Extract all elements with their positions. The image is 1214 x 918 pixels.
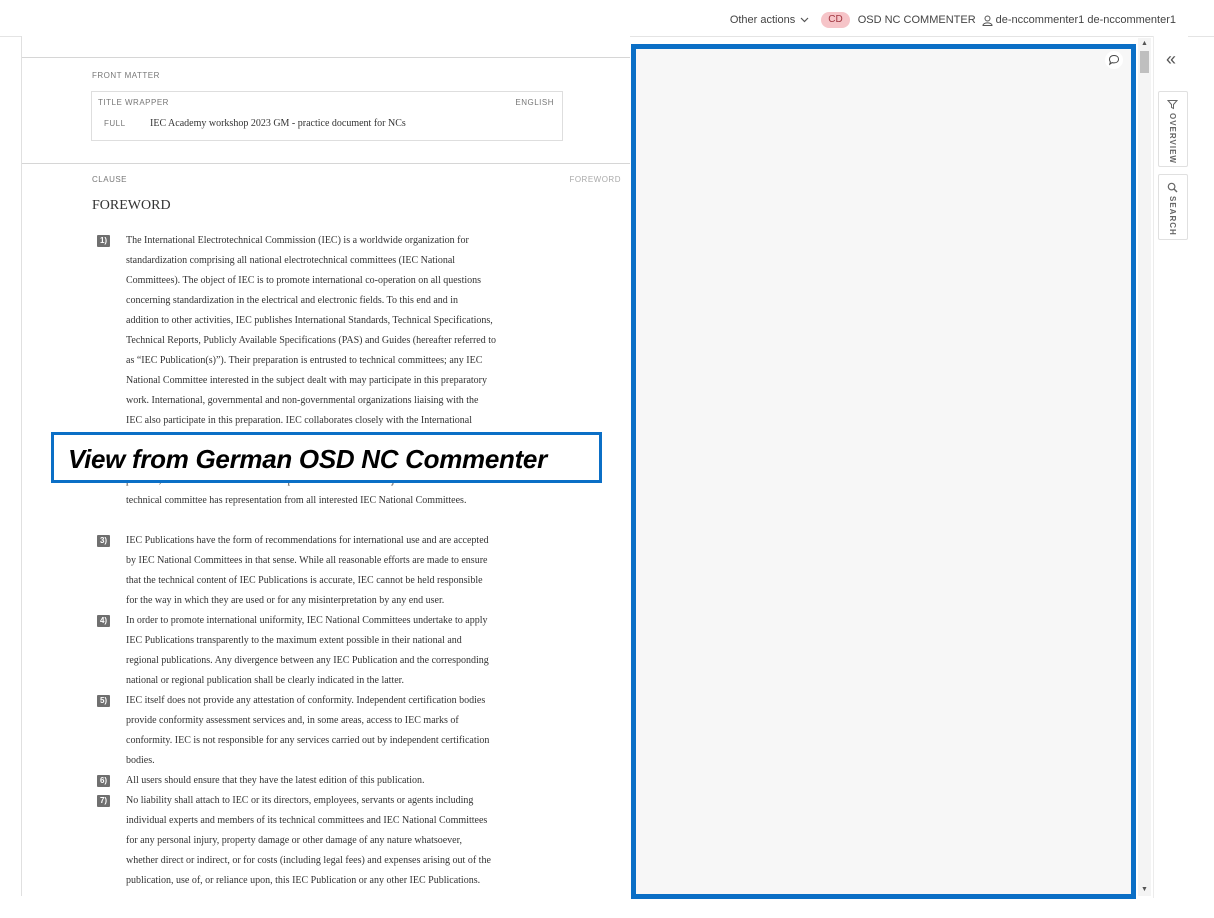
text-line: individual experts and members of its te… [126,815,488,826]
text-line: whether direct or indirect, or for costs… [126,855,491,866]
list-item-text: No liability shall attach to IEC or its … [126,791,566,891]
title-wrapper-label: TITLE WRAPPER [98,98,169,107]
tab-search[interactable]: SEARCH [1158,174,1188,240]
username[interactable]: de-nccommenter1 de-nccommenter1 [996,14,1176,26]
text-line: that the technical content of IEC Public… [126,575,483,586]
list-item-text: The International Electrotechnical Commi… [126,231,566,431]
scrollbar-thumb[interactable] [1140,51,1149,73]
text-line: regional publications. Any divergence be… [126,655,489,666]
chevron-down-icon [800,15,809,26]
right-rail: « OVERVIEW SEARCH [1153,36,1188,898]
clause-label: CLAUSE [92,175,128,184]
list-number-badge: 4) [97,615,110,627]
divider [22,163,630,164]
text-line: for the way in which they are used or fo… [126,595,445,606]
text-line: bodies. [126,755,155,766]
comment-bubble-icon[interactable] [1105,51,1123,69]
text-line: In order to promote international unifor… [126,615,488,626]
other-actions-dropdown[interactable]: Other actions [730,14,809,26]
list-number-badge: 1) [97,235,110,247]
text-line: technical committee has representation f… [126,495,467,506]
title-wrapper-box[interactable]: TITLE WRAPPER ENGLISH FULL IEC Academy w… [91,91,563,141]
document-title: IEC Academy workshop 2023 GM - practice … [150,118,406,129]
text-line: as “IEC Publication(s)”). Their preparat… [126,355,483,366]
language-label: ENGLISH [515,98,554,107]
role-badge: CD [821,12,850,28]
full-title-label: FULL [104,119,126,128]
comment-panel [631,44,1136,899]
text-line: No liability shall attach to IEC or its … [126,795,474,806]
user-menu: Other actions CD OSD NC COMMENTER de-ncc… [730,12,1176,28]
text-line: IEC itself does not provide any attestat… [126,695,486,706]
list-number-badge: 7) [97,795,110,807]
text-line: addition to other activities, IEC publis… [126,315,493,326]
text-line: IEC also participate in this preparation… [126,415,473,426]
text-line: for any personal injury, property damage… [126,835,463,846]
scroll-down-arrow-icon[interactable]: ▼ [1138,884,1151,896]
tab-search-label: SEARCH [1168,196,1177,236]
scroll-up-arrow-icon[interactable]: ▲ [1138,38,1151,50]
divider [22,57,630,58]
text-line: The International Electrotechnical Commi… [126,235,469,246]
list-item-text: All users should ensure that they have t… [126,771,566,791]
list-item-text: IEC Publications have the form of recomm… [126,531,566,611]
tab-overview[interactable]: OVERVIEW [1158,91,1188,167]
text-line: Committees). The object of IEC is to pro… [126,275,482,286]
overlay-caption: View from German OSD NC Commenter [68,444,547,474]
list-item-text: IEC itself does not provide any attestat… [126,691,566,771]
top-bar: Other actions CD OSD NC COMMENTER de-ncc… [0,0,1214,37]
front-matter-label: FRONT MATTER [92,71,160,80]
overlay-caption-box: View from German OSD NC Commenter [51,432,602,483]
text-line: by IEC National Committees in that sense… [126,555,488,566]
clause-tag: FOREWORD [569,175,621,184]
scrollbar[interactable]: ▲ ▼ [1138,38,1151,896]
other-actions-label: Other actions [729,14,796,26]
tab-overview-label: OVERVIEW [1168,113,1177,164]
text-line: national or regional publication shall b… [126,675,404,686]
list-number-badge: 3) [97,535,110,547]
text-line: concerning standardization in the electr… [126,295,459,306]
clause-heading: FOREWORD [92,198,171,213]
text-line: conformity. IEC is not responsible for a… [126,735,490,746]
list-item-text: In order to promote international unifor… [126,611,566,691]
text-line: IEC Publications transparently to the ma… [126,635,462,646]
text-line: publication, use of, or reliance upon, t… [126,875,481,886]
text-line: standardization comprising all national … [126,255,456,266]
text-line: IEC Publications have the form of recomm… [126,535,489,546]
text-line: All users should ensure that they have t… [126,775,425,786]
list-number-badge: 6) [97,775,110,787]
double-chevron-left-icon[interactable]: « [1154,50,1188,68]
text-line: provide conformity assessment services a… [126,715,459,726]
text-line: National Committee interested in the sub… [126,375,488,386]
text-line: Technical Reports, Publicly Available Sp… [126,335,497,346]
text-line: work. International, governmental and no… [126,395,479,406]
list-number-badge: 5) [97,695,110,707]
user-icon [982,15,993,26]
role-label: OSD NC COMMENTER [857,14,976,26]
